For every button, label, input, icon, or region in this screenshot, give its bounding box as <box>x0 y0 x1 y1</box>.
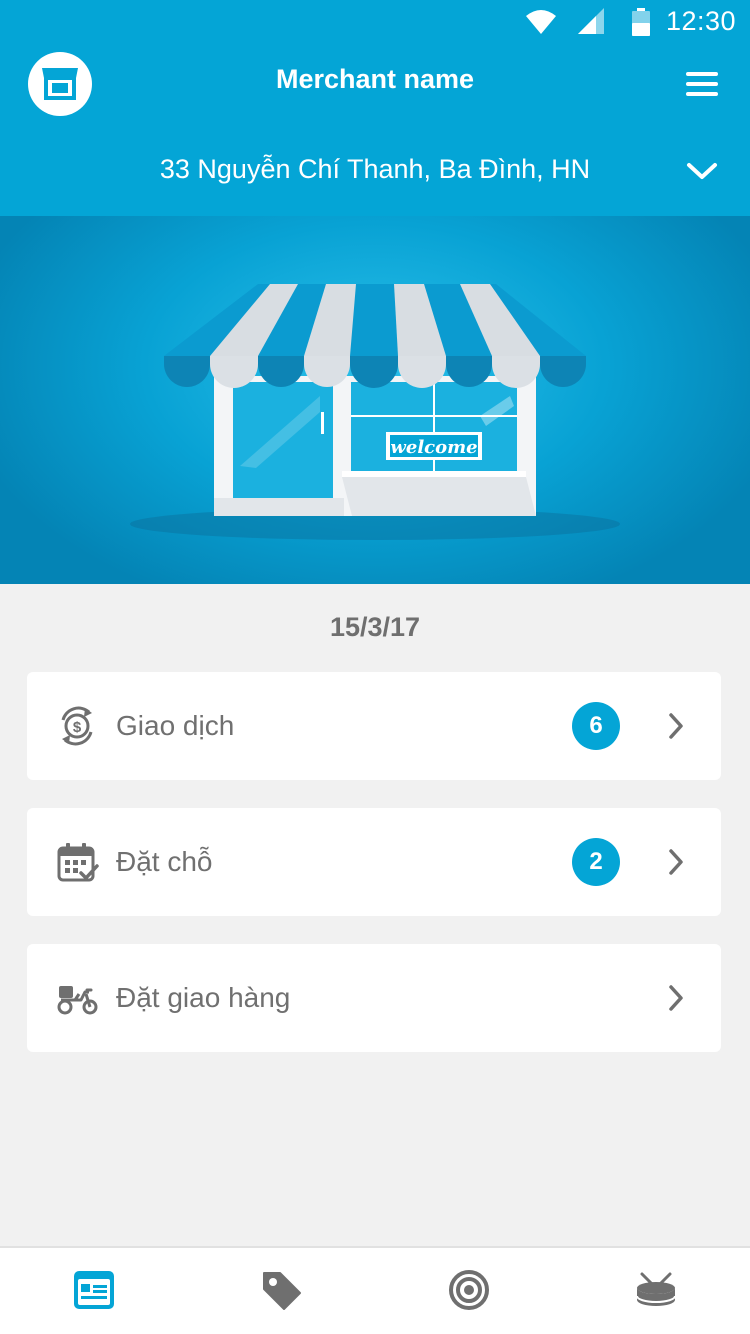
menu-card-label: Đặt chỗ <box>116 846 213 877</box>
drum-icon <box>634 1270 678 1315</box>
welcome-sign-text: welcome <box>390 437 477 458</box>
storefront-illustration: welcome <box>130 284 620 540</box>
menu-card-delivery[interactable]: Đặt giao hàng <box>27 944 721 1052</box>
date-label: 15/3/17 <box>329 612 421 642</box>
bottom-navigation <box>0 1246 750 1334</box>
hamburger-menu-button[interactable] <box>682 66 722 102</box>
count-badge: 2 <box>572 838 620 886</box>
app-header: 12:30 Merchant name 33 Nguyễn Chí Thanh,… <box>0 0 750 216</box>
nav-dashboard[interactable] <box>70 1268 118 1316</box>
status-bar: 12:30 <box>0 0 750 44</box>
nav-events[interactable] <box>632 1268 680 1316</box>
status-time: 12:30 <box>666 6 737 36</box>
store-icon <box>40 64 80 105</box>
dashboard-card-icon <box>73 1270 115 1315</box>
calendar-check-icon <box>55 840 99 884</box>
delivery-scooter-icon <box>55 976 99 1020</box>
chevron-down-icon <box>686 160 718 187</box>
address-selector[interactable]: 33 Nguyễn Chí Thanh, Ba Đình, HN <box>0 148 750 196</box>
target-icon <box>448 1269 490 1316</box>
dollar-exchange-icon: $ <box>55 704 99 748</box>
menu-card-label: Đặt giao hàng <box>116 982 291 1013</box>
chevron-right-icon <box>667 848 685 881</box>
merchant-name-title: Merchant name <box>275 64 475 94</box>
battery-icon <box>632 8 650 41</box>
menu-card-label: Giao dịch <box>116 710 235 741</box>
svg-text:$: $ <box>73 719 82 736</box>
nav-targets[interactable] <box>445 1268 493 1316</box>
signal-icon <box>578 8 604 39</box>
wifi-icon <box>526 8 556 39</box>
store-profile-button[interactable] <box>28 52 92 116</box>
address-text: 33 Nguyễn Chí Thanh, Ba Đình, HN <box>159 154 591 184</box>
hamburger-menu-icon <box>682 72 722 106</box>
count-badge: 6 <box>572 702 620 750</box>
storefront-hero: welcome <box>0 216 750 584</box>
chevron-right-icon <box>667 984 685 1017</box>
nav-promotions[interactable] <box>257 1268 305 1316</box>
menu-card-reservations[interactable]: Đặt chỗ 2 <box>27 808 721 916</box>
price-tag-icon <box>260 1269 302 1316</box>
chevron-right-icon <box>667 712 685 745</box>
menu-card-transactions[interactable]: $ Giao dịch 6 <box>27 672 721 780</box>
